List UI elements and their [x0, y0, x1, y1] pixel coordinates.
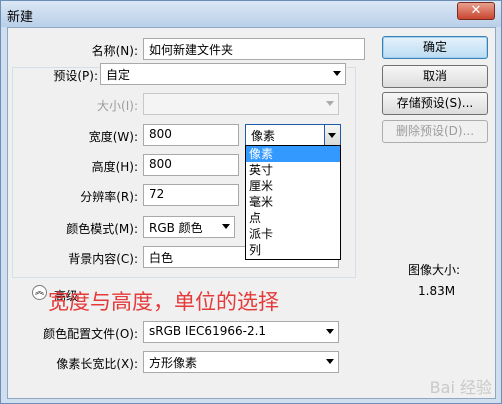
advanced-toggle-icon[interactable]: ︽ [32, 285, 47, 300]
color-mode-select[interactable]: RGB 颜色 [143, 216, 235, 238]
chevron-down-icon [222, 224, 230, 229]
save-preset-button[interactable]: 存储预设(S)... [382, 92, 488, 115]
watermark: Bai 经验 [429, 378, 492, 397]
color-mode-value: RGB 颜色 [149, 221, 203, 235]
image-size-label: 图像大小: [408, 263, 461, 277]
image-size-value: 1.83M [418, 284, 456, 298]
dropdown-option[interactable]: 像素 [246, 146, 340, 162]
chevron-down-icon [328, 133, 336, 138]
dropdown-option[interactable]: 列 [246, 242, 340, 258]
pixel-aspect-value: 方形像素 [149, 356, 198, 370]
cancel-button[interactable]: 取消 [382, 65, 488, 88]
background-value: 白色 [149, 251, 174, 265]
color-profile-select[interactable]: sRGB IEC61966-2.1 [143, 321, 339, 343]
close-button[interactable]: ✕ [457, 2, 495, 20]
pixel-aspect-label: 像素长宽比(X): [56, 357, 138, 371]
chevron-down-icon [326, 329, 334, 334]
annotation-text: 宽度与高度，单位的选择 [48, 290, 279, 314]
pixel-aspect-select[interactable]: 方形像素 [143, 351, 339, 373]
color-profile-value: sRGB IEC61966-2.1 [149, 324, 267, 338]
dropdown-option[interactable]: 厘米 [246, 178, 340, 194]
color-profile-label: 颜色配置文件(O): [43, 327, 138, 341]
size-label: 大小(I): [97, 99, 138, 113]
ok-button[interactable]: 确定 [382, 36, 488, 59]
window-title: 新建 [7, 10, 34, 25]
dropdown-option[interactable]: 英寸 [246, 162, 340, 178]
width-input[interactable]: 800 [143, 124, 239, 146]
dropdown-option[interactable]: 派卡 [246, 226, 340, 242]
delete-preset-button: 删除预设(D)... [382, 120, 488, 143]
background-label: 背景内容(C): [68, 252, 138, 266]
chevron-down-icon [326, 101, 334, 106]
width-unit-select[interactable]: 像素 [245, 124, 341, 146]
width-label: 宽度(W): [88, 130, 138, 144]
chevron-down-icon [326, 359, 334, 364]
resolution-input[interactable]: 72 [143, 184, 239, 206]
height-input[interactable]: 800 [143, 154, 239, 176]
title-bar: 新建 ✕ [1, 1, 501, 27]
dropdown-option[interactable]: 点 [246, 210, 340, 226]
dropdown-button[interactable] [324, 125, 340, 145]
preset-select[interactable]: 自定 [100, 63, 346, 85]
name-label: 名称(N): [91, 44, 138, 58]
color-mode-label: 颜色模式(M): [66, 222, 138, 236]
height-label: 高度(H): [91, 160, 138, 174]
name-input[interactable]: 如何新建文件夹 [143, 38, 365, 60]
chevron-down-icon [333, 71, 341, 76]
dropdown-option[interactable]: 毫米 [246, 194, 340, 210]
width-unit-value: 像素 [251, 129, 276, 143]
preset-label: 预设(P): [53, 69, 98, 83]
size-select [143, 93, 339, 115]
resolution-label: 分辨率(R): [80, 190, 138, 204]
unit-dropdown-list: 像素 英寸 厘米 毫米 点 派卡 列 [245, 145, 341, 260]
preset-value: 自定 [106, 68, 131, 82]
